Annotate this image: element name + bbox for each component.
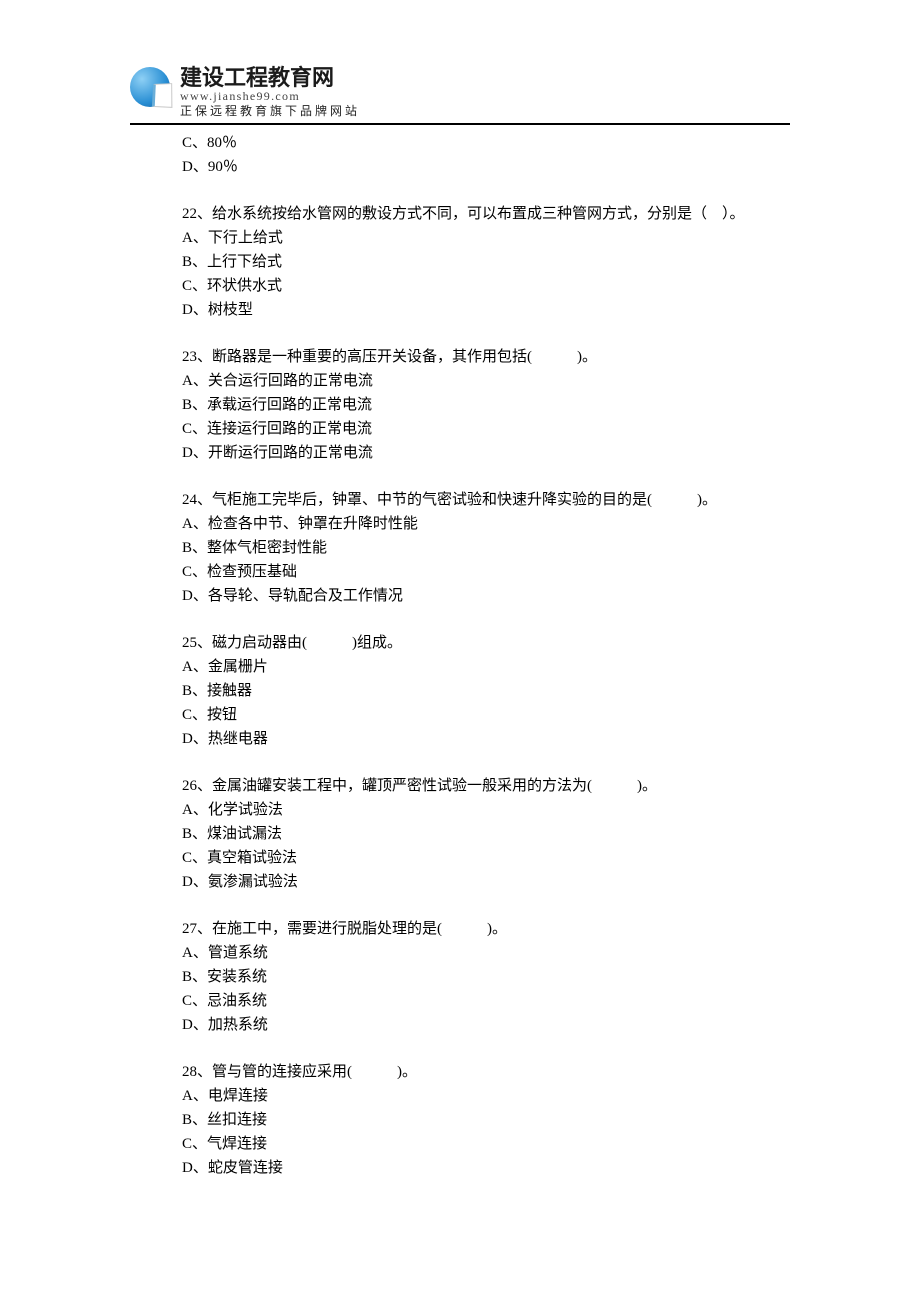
option-text: C、检查预压基础: [182, 560, 790, 584]
question-stem: 28、管与管的连接应采用( )。: [182, 1060, 790, 1084]
logo-tagline: 正保远程教育旗下品牌网站: [180, 105, 360, 119]
option-text: A、管道系统: [182, 941, 790, 965]
option-text: A、关合运行回路的正常电流: [182, 369, 790, 393]
logo-title: 建设工程教育网: [180, 65, 360, 90]
option-text: C、忌油系统: [182, 989, 790, 1013]
option-text: B、整体气柜密封性能: [182, 536, 790, 560]
leading-options-block: C、80％ D、90％: [182, 131, 790, 179]
option-text: C、按钮: [182, 703, 790, 727]
option-text: A、金属栅片: [182, 655, 790, 679]
question-block: 23、断路器是一种重要的高压开关设备，其作用包括( )。 A、关合运行回路的正常…: [182, 345, 790, 465]
option-text: A、下行上给式: [182, 226, 790, 250]
content-body: C、80％ D、90％ 22、给水系统按给水管网的敷设方式不同，可以布置成三种管…: [130, 131, 790, 1180]
option-text: B、接触器: [182, 679, 790, 703]
option-text: D、蛇皮管连接: [182, 1156, 790, 1180]
question-block: 25、磁力启动器由( )组成。 A、金属栅片 B、接触器 C、按钮 D、热继电器: [182, 631, 790, 751]
question-stem: 23、断路器是一种重要的高压开关设备，其作用包括( )。: [182, 345, 790, 369]
option-text: B、安装系统: [182, 965, 790, 989]
option-text: C、气焊连接: [182, 1132, 790, 1156]
option-text: D、90％: [182, 155, 790, 179]
option-text: B、承载运行回路的正常电流: [182, 393, 790, 417]
option-text: D、树枝型: [182, 298, 790, 322]
question-stem: 24、气柜施工完毕后，钟罩、中节的气密试验和快速升降实验的目的是( )。: [182, 488, 790, 512]
option-text: B、煤油试漏法: [182, 822, 790, 846]
option-text: B、丝扣连接: [182, 1108, 790, 1132]
question-block: 28、管与管的连接应采用( )。 A、电焊连接 B、丝扣连接 C、气焊连接 D、…: [182, 1060, 790, 1180]
option-text: D、热继电器: [182, 727, 790, 751]
question-block: 24、气柜施工完毕后，钟罩、中节的气密试验和快速升降实验的目的是( )。 A、检…: [182, 488, 790, 608]
option-text: C、80％: [182, 131, 790, 155]
logo-icon: [130, 65, 174, 109]
option-text: A、化学试验法: [182, 798, 790, 822]
question-stem: 26、金属油罐安装工程中，罐顶严密性试验一般采用的方法为( )。: [182, 774, 790, 798]
logo-block: 建设工程教育网 www.jianshe99.com 正保远程教育旗下品牌网站: [130, 65, 790, 119]
page-header: 建设工程教育网 www.jianshe99.com 正保远程教育旗下品牌网站: [130, 65, 790, 125]
question-stem: 22、给水系统按给水管网的敷设方式不同，可以布置成三种管网方式，分别是（ ）。: [182, 202, 790, 226]
option-text: A、电焊连接: [182, 1084, 790, 1108]
header-divider: [130, 123, 790, 125]
logo-text: 建设工程教育网 www.jianshe99.com 正保远程教育旗下品牌网站: [180, 65, 360, 119]
question-stem: 27、在施工中，需要进行脱脂处理的是( )。: [182, 917, 790, 941]
option-text: B、上行下给式: [182, 250, 790, 274]
question-block: 22、给水系统按给水管网的敷设方式不同，可以布置成三种管网方式，分别是（ ）。 …: [182, 202, 790, 322]
option-text: D、各导轮、导轨配合及工作情况: [182, 584, 790, 608]
option-text: C、真空箱试验法: [182, 846, 790, 870]
option-text: C、连接运行回路的正常电流: [182, 417, 790, 441]
question-block: 26、金属油罐安装工程中，罐顶严密性试验一般采用的方法为( )。 A、化学试验法…: [182, 774, 790, 894]
option-text: A、检查各中节、钟罩在升降时性能: [182, 512, 790, 536]
logo-url: www.jianshe99.com: [180, 90, 360, 104]
question-stem: 25、磁力启动器由( )组成。: [182, 631, 790, 655]
option-text: D、加热系统: [182, 1013, 790, 1037]
option-text: C、环状供水式: [182, 274, 790, 298]
option-text: D、开断运行回路的正常电流: [182, 441, 790, 465]
option-text: D、氨渗漏试验法: [182, 870, 790, 894]
question-block: 27、在施工中，需要进行脱脂处理的是( )。 A、管道系统 B、安装系统 C、忌…: [182, 917, 790, 1037]
